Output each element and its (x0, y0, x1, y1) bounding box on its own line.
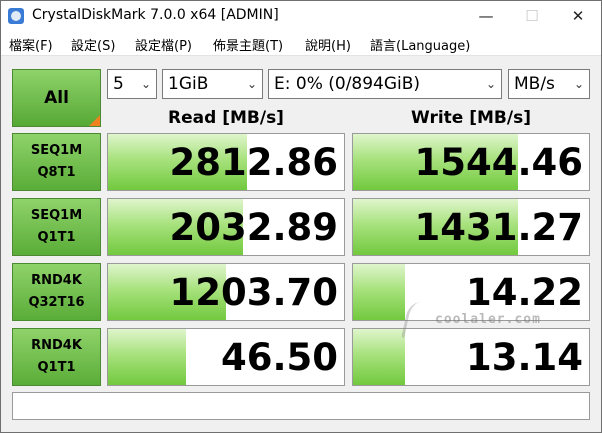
test-params: Q1T1 (37, 230, 76, 245)
rnd4k-q1t1-button[interactable]: RND4K Q1T1 (12, 328, 101, 386)
menu-bar: 檔案(F) 設定(S) 設定檔(P) 佈景主題(T) 說明(H) 語言(Lang… (1, 31, 601, 56)
drive-select[interactable]: E: 0% (0/894GiB) ⌄ (268, 69, 502, 99)
write-result-box: 14.22 (352, 263, 590, 321)
minimize-button[interactable]: — (463, 1, 509, 31)
rnd4k-q32t16-button[interactable]: RND4K Q32T16 (12, 263, 101, 321)
menu-language[interactable]: 語言(Language) (370, 35, 470, 54)
comment-input[interactable] (12, 392, 590, 420)
read-result-value: 46.50 (220, 335, 338, 379)
unit-value: MB/s (514, 74, 555, 94)
write-result-box: 13.14 (352, 328, 590, 386)
title-bar[interactable]: CrystalDiskMark 7.0.0 x64 [ADMIN] — ☐ ✕ (1, 1, 601, 31)
write-header: Write [MB/s] (411, 108, 531, 128)
write-result-value: 1431.27 (414, 205, 583, 249)
write-result-value: 13.14 (465, 335, 583, 379)
all-button-label: All (44, 88, 69, 108)
read-result-bar (108, 329, 186, 385)
write-result-bar (353, 264, 405, 320)
seq1m-q8t1-button[interactable]: SEQ1M Q8T1 (12, 133, 101, 191)
test-name: RND4K (31, 338, 82, 353)
read-result-value: 2032.89 (169, 205, 338, 249)
unit-select[interactable]: MB/s ⌄ (508, 69, 590, 99)
chevron-down-icon: ⌄ (140, 77, 151, 91)
main-panel: All 5 ⌄ 1GiB ⌄ E: 0% (0/894GiB) ⌄ MB/s ⌄… (1, 56, 601, 432)
menu-theme[interactable]: 佈景主題(T) (213, 35, 283, 54)
write-result-bar (353, 329, 405, 385)
chevron-down-icon: ⌄ (246, 77, 257, 91)
write-result-box: 1544.46 (352, 133, 590, 191)
read-result-box: 1203.70 (107, 263, 345, 321)
drive-value: E: 0% (0/894GiB) (274, 74, 421, 94)
maximize-button: ☐ (525, 7, 539, 25)
read-result-value: 2812.86 (169, 140, 338, 184)
read-header: Read [MB/s] (168, 108, 284, 128)
read-result-box: 46.50 (107, 328, 345, 386)
app-window: CrystalDiskMark 7.0.0 x64 [ADMIN] — ☐ ✕ … (0, 0, 602, 433)
test-params: Q8T1 (37, 165, 76, 180)
chevron-down-icon: ⌄ (485, 77, 496, 91)
test-size-value: 1GiB (168, 74, 209, 94)
write-result-value: 1544.46 (414, 140, 583, 184)
test-count-select[interactable]: 5 ⌄ (107, 69, 157, 99)
test-size-select[interactable]: 1GiB ⌄ (162, 69, 263, 99)
all-button[interactable]: All (12, 69, 101, 127)
chevron-down-icon: ⌄ (573, 77, 584, 91)
seq1m-q1t1-button[interactable]: SEQ1M Q1T1 (12, 198, 101, 256)
test-params: Q32T16 (28, 295, 85, 310)
test-name: SEQ1M (30, 208, 83, 223)
test-count-value: 5 (113, 74, 124, 94)
read-result-box: 2812.86 (107, 133, 345, 191)
write-result-box: 1431.27 (352, 198, 590, 256)
read-result-value: 1203.70 (169, 270, 338, 314)
test-name: RND4K (31, 273, 82, 288)
read-result-box: 2032.89 (107, 198, 345, 256)
write-result-value: 14.22 (465, 270, 583, 314)
close-button[interactable]: ✕ (555, 1, 601, 31)
menu-profile[interactable]: 設定檔(P) (135, 35, 192, 54)
test-name: SEQ1M (30, 143, 83, 158)
corner-marker (89, 115, 100, 126)
crystaldiskmark-icon (8, 8, 24, 24)
test-params: Q1T1 (37, 360, 76, 375)
menu-file[interactable]: 檔案(F) (9, 35, 53, 54)
window-title: CrystalDiskMark 7.0.0 x64 [ADMIN] (32, 7, 279, 23)
menu-settings[interactable]: 設定(S) (71, 35, 115, 54)
menu-help[interactable]: 說明(H) (305, 35, 351, 54)
